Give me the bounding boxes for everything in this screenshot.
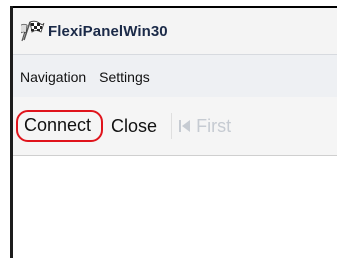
content-area — [13, 156, 337, 262]
menu-navigation[interactable]: Navigation — [13, 69, 92, 85]
title-bar[interactable]: FlexiPanelWin30 — [13, 8, 337, 54]
toolbar: Connect Close First — [13, 97, 337, 156]
checkered-flag-icon — [21, 20, 45, 42]
connect-button[interactable]: Connect — [16, 110, 104, 142]
first-record-icon — [179, 120, 191, 132]
menu-bar: Navigation Settings — [13, 54, 337, 99]
toolbar-separator — [171, 113, 173, 139]
close-button[interactable]: Close — [111, 116, 157, 137]
first-button-label: First — [196, 115, 232, 136]
first-button[interactable]: First — [178, 116, 231, 137]
window-title: FlexiPanelWin30 — [48, 22, 168, 40]
menu-settings[interactable]: Settings — [92, 69, 156, 85]
